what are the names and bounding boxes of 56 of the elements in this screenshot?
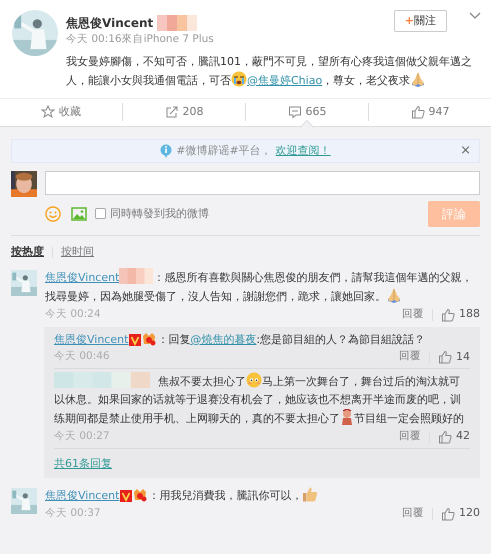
commenter-name[interactable]: 焦恩俊Vincent xyxy=(45,271,120,284)
follow-button[interactable]: +關注 xyxy=(394,10,447,32)
mention-link[interactable]: @燒焦的暮夜 xyxy=(190,332,256,346)
comment-text: 焦恩俊Vincent ：感恩所有喜歡與關心焦恩俊的朋友們，請幫我這個年邁的父親，找尋曼婷，因為她腿受傷了，沒人告知，謝謝您們，跪求，讓她回家。 xyxy=(45,268,480,306)
commenter-name[interactable]: 焦恩俊Vincent xyxy=(45,489,120,502)
comment-icon xyxy=(288,105,302,120)
comment-text: 焦叔不要太担心了 马上第一次舞台了，舞台过后的淘汰就可以休息。如果回家的话就等于退赛没有机会了，她应该也不想离开半途而废的吧，训练期间都是禁止使用手机、上网聊天的，真的不要太担心了 节目组一定会照顾好的 xyxy=(54,372,470,428)
repost-label: 同時轉發到我的微博 xyxy=(110,206,209,222)
post-text: 我女曼婷腳傷，不知可否，騰訊101，蔽門不可見，望所有心疼我這個做父親年邁之人，能讓小女與我通個電話，可否 @焦曼婷Chiao，尊女，老父夜求 xyxy=(66,54,473,89)
thumbs-up-icon xyxy=(410,105,424,120)
info-icon xyxy=(160,144,172,158)
notice-link[interactable]: 欢迎查阅！ xyxy=(276,142,331,159)
cartoon-figure-icon xyxy=(340,409,354,426)
thumbs-up-icon xyxy=(438,350,452,364)
crying-face-icon xyxy=(231,70,247,87)
comment-time: 今天 00:27 xyxy=(54,428,110,444)
like-button[interactable]: 42 xyxy=(438,428,470,445)
reply-button[interactable]: 回覆 xyxy=(402,306,424,322)
caret-icon[interactable] xyxy=(469,12,481,20)
mention-link[interactable]: @焦曼婷Chiao xyxy=(247,74,322,87)
commenter-name[interactable]: 焦恩俊Vincent xyxy=(54,332,128,346)
comment-time: 今天 00:46 xyxy=(54,349,110,364)
like-button[interactable]: 188 xyxy=(441,306,480,323)
comment-text: 焦恩俊Vincent ：回复@燒焦的暮夜:您是節目組的人？為節目組說話？ xyxy=(54,330,426,348)
reply-button[interactable]: 回覆 xyxy=(399,428,421,444)
close-button[interactable]: × xyxy=(460,142,471,159)
comment-time: 今天 00:24 xyxy=(45,306,101,322)
star-icon xyxy=(41,105,55,120)
pixelated-blur xyxy=(157,15,198,31)
like-button[interactable]: 14 xyxy=(438,348,470,366)
thumbs-up-icon xyxy=(441,506,455,520)
comment-text: 焦恩俊Vincent ：用我兒消費我，騰訊你可以， xyxy=(45,486,480,506)
thumbs-up-icon xyxy=(441,308,455,322)
more-replies-link[interactable]: 共61条回复 xyxy=(54,456,112,472)
action-button[interactable]: 收藏 xyxy=(0,98,122,126)
image-icon[interactable] xyxy=(71,206,87,221)
smiley-icon[interactable] xyxy=(45,206,61,222)
praying-hands-icon xyxy=(386,287,402,304)
comment-input[interactable] xyxy=(45,170,480,195)
reply-button[interactable]: 回覆 xyxy=(402,506,424,522)
like-button[interactable]: 120 xyxy=(441,505,480,522)
praying-hands-icon xyxy=(410,70,426,87)
sort-tab[interactable]: 按热度 xyxy=(11,244,44,260)
thumbs-up-icon xyxy=(302,486,318,502)
action-button[interactable]: 208 xyxy=(123,98,245,126)
blushing-face-icon xyxy=(246,372,262,388)
comment-time: 今天 00:37 xyxy=(45,506,101,521)
notice-text: #微博辟谣#平台， xyxy=(176,142,272,158)
action-button[interactable]: 947 xyxy=(369,98,491,126)
share-icon xyxy=(164,105,178,120)
repost-checkbox[interactable] xyxy=(95,208,106,220)
thumbs-up-icon xyxy=(438,430,452,444)
author-name[interactable]: 焦恩俊Vincent xyxy=(66,14,154,32)
reply-button[interactable]: 回覆 xyxy=(399,349,421,365)
sort-tab[interactable]: 按时间 xyxy=(61,244,94,260)
post-meta: 今天 00:16來自iPhone 7 Plus xyxy=(66,32,215,47)
